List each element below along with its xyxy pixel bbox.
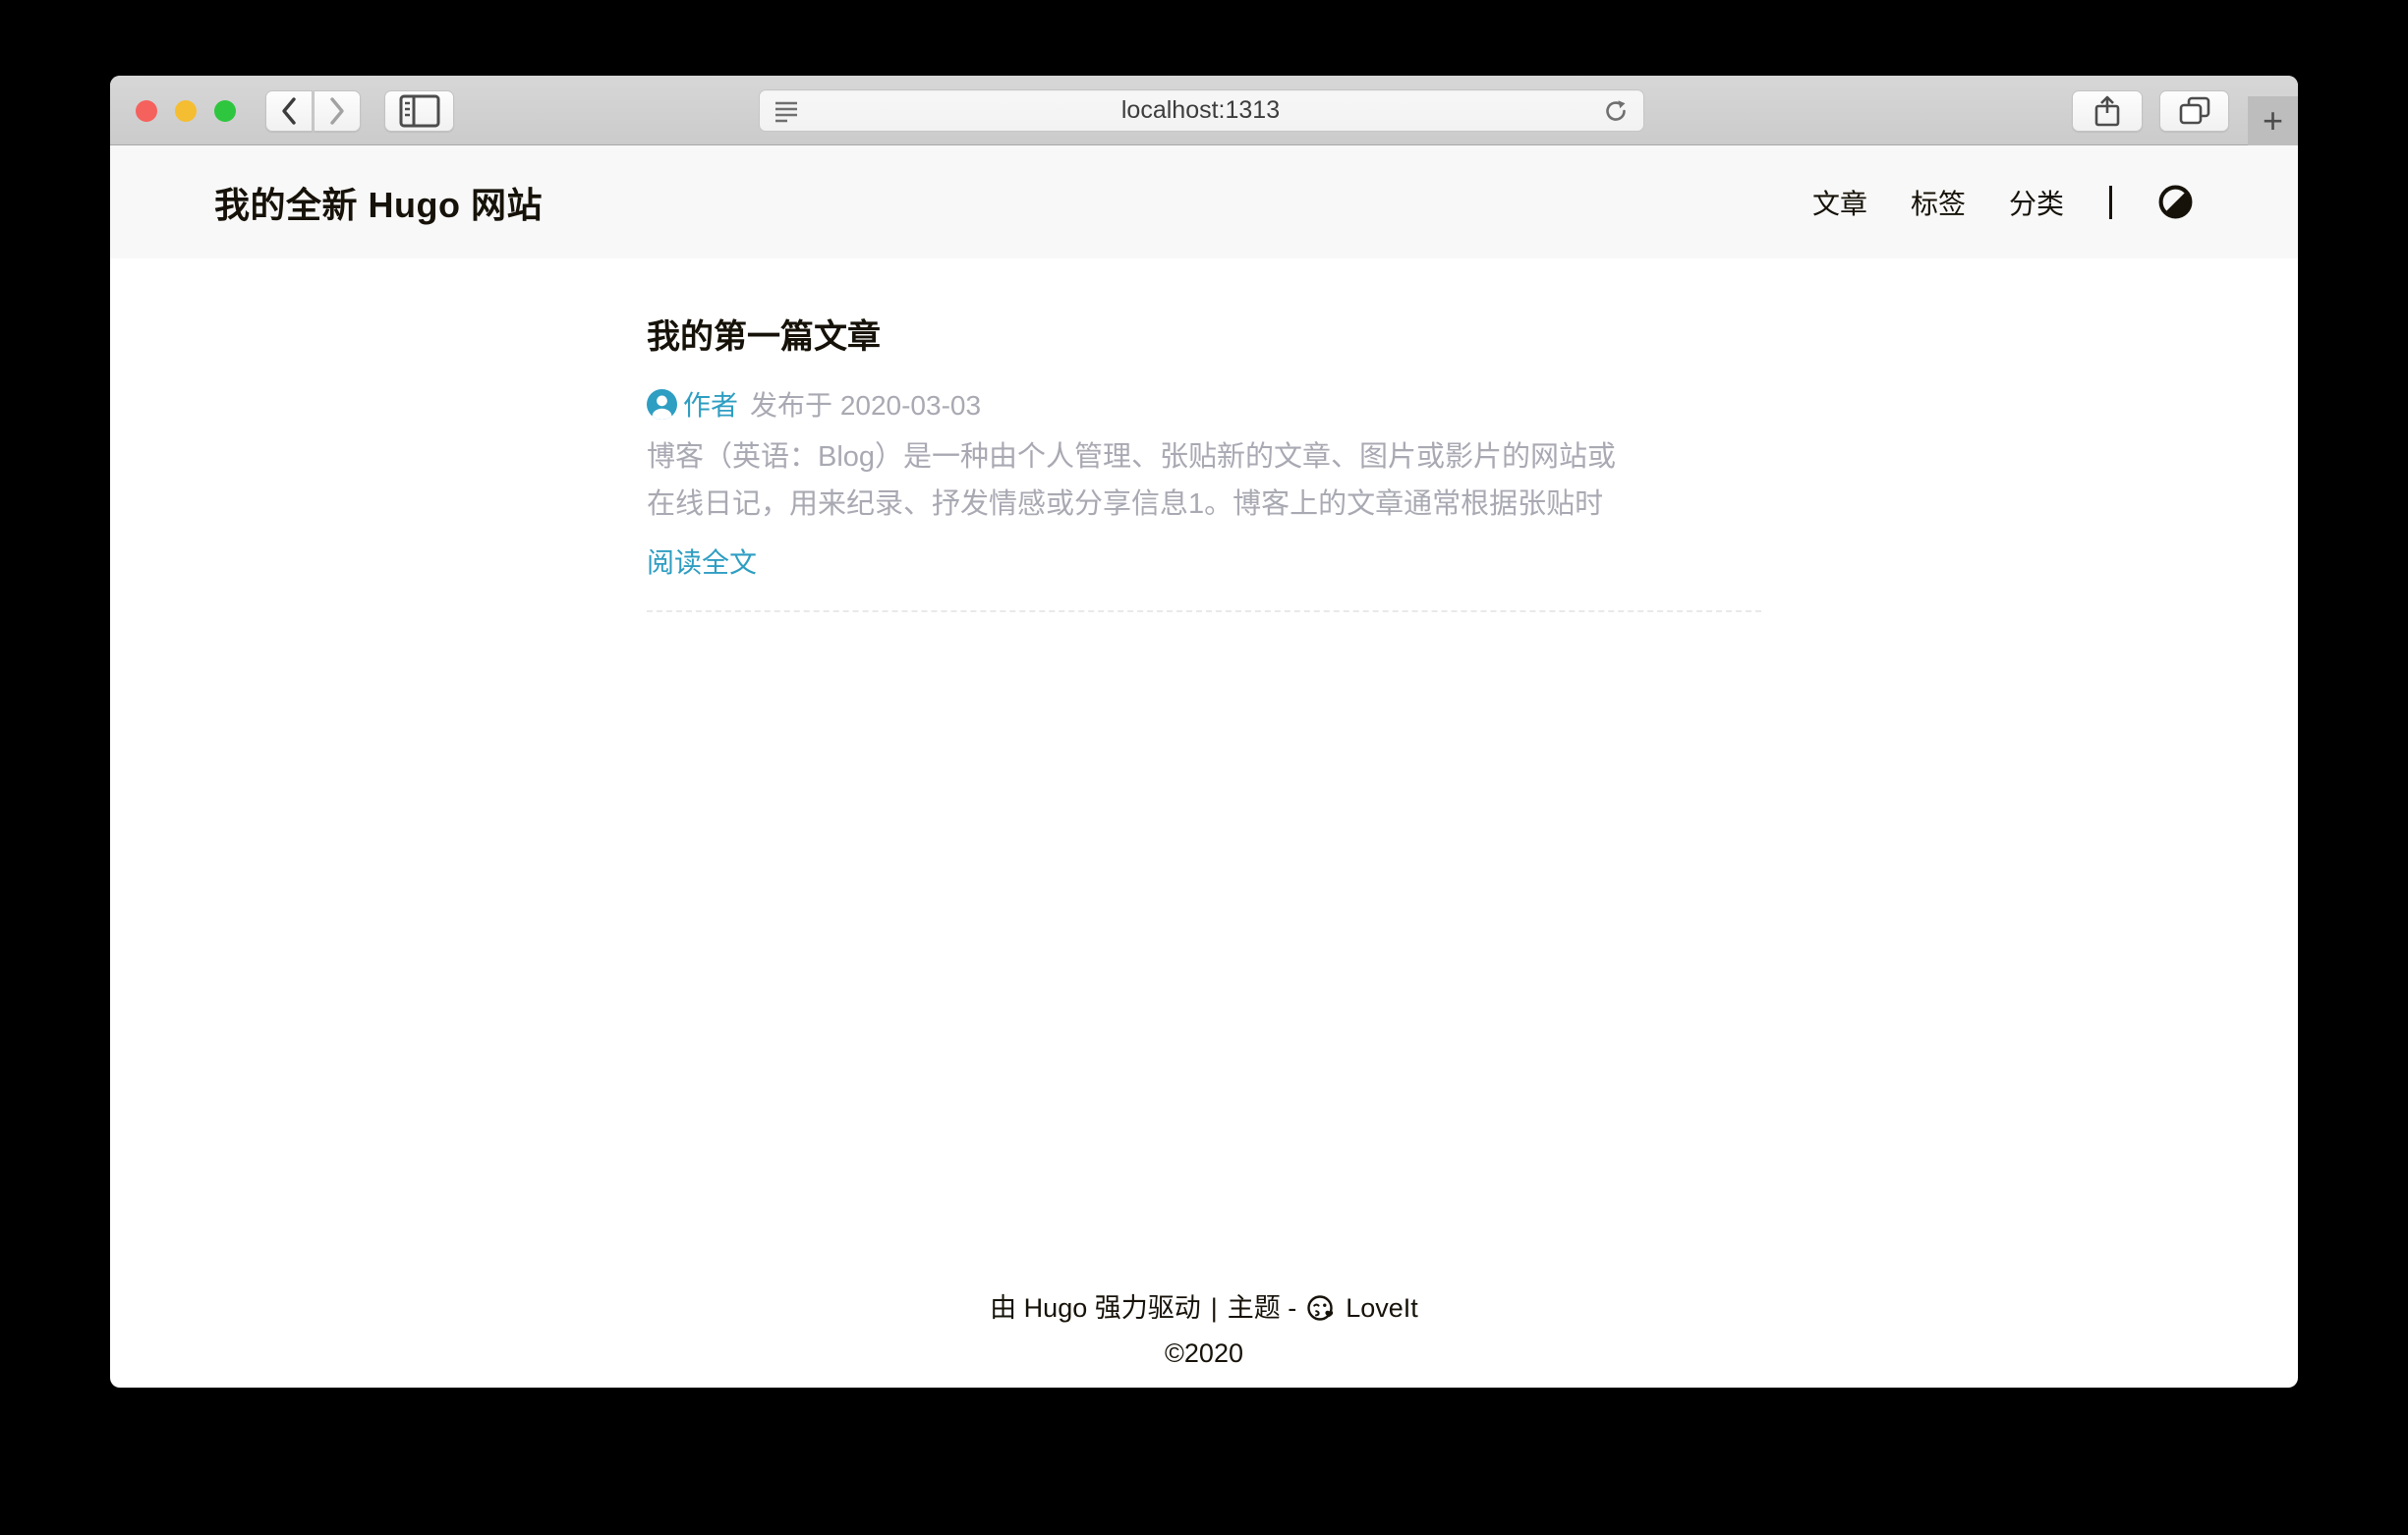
publish-date: 发布于 2020-03-03 <box>750 384 981 424</box>
plus-icon: + <box>2263 100 2283 142</box>
nav-item-categories[interactable]: 分类 <box>2009 183 2064 222</box>
nav-separator <box>2109 186 2112 219</box>
author-avatar-icon <box>647 389 677 420</box>
tabs-overview-icon <box>2179 96 2210 126</box>
theme-prefix-text: 主题 - <box>1228 1285 1297 1331</box>
footer-powered-line: 由 Hugo 强力驱动 | 主题 - LoveIt <box>110 1285 2298 1331</box>
site-footer: 由 Hugo 强力驱动 | 主题 - LoveIt ©2020 <box>110 1285 2298 1388</box>
article-title[interactable]: 我的第一篇文章 <box>647 315 1761 359</box>
article-meta: 作者 发布于 2020-03-03 <box>647 384 1761 424</box>
site-nav: 文章 标签 分类 <box>1812 183 2194 222</box>
author-link[interactable]: 作者 <box>683 384 738 424</box>
footer-separator: | <box>1211 1285 1218 1331</box>
reload-icon[interactable] <box>1602 97 1630 125</box>
reader-view-icon[interactable] <box>774 98 799 124</box>
url-text: localhost:1313 <box>799 96 1602 125</box>
footer-copyright-line: ©2020 <box>110 1331 2298 1376</box>
browser-toolbar: localhost:1313 <box>110 76 2298 145</box>
back-button[interactable] <box>265 90 313 132</box>
nav-item-posts[interactable]: 文章 <box>1812 183 1867 222</box>
copyright-text: ©2020 <box>1165 1331 1243 1376</box>
theme-name-link[interactable]: LoveIt <box>1346 1285 1418 1331</box>
article-summary: 博客（英语：Blog）是一种由个人管理、张贴新的文章、图片或影片的网站或 在线日… <box>647 433 1761 528</box>
read-more-link[interactable]: 阅读全文 <box>647 541 757 581</box>
minimize-button[interactable] <box>175 100 197 122</box>
share-button[interactable] <box>2072 90 2143 132</box>
share-icon <box>2094 95 2120 127</box>
site-title[interactable]: 我的全新 Hugo 网站 <box>214 177 543 228</box>
new-tab-button[interactable]: + <box>2248 96 2298 145</box>
post-divider <box>647 610 1761 612</box>
summary-line: 博客（英语：Blog）是一种由个人管理、张贴新的文章、图片或影片的网站或 <box>647 433 1761 481</box>
site-header: 我的全新 Hugo 网站 文章 标签 分类 <box>110 145 2298 258</box>
theme-toggle-icon[interactable] <box>2157 184 2194 220</box>
show-tabs-button[interactable] <box>2159 90 2229 132</box>
loveit-kiss-face-icon <box>1306 1293 1336 1323</box>
close-button[interactable] <box>136 100 157 122</box>
powered-by-text[interactable]: 由 Hugo 强力驱动 <box>990 1285 1201 1331</box>
sidebar-toggle-button[interactable] <box>384 90 454 132</box>
page-content: 我的第一篇文章 作者 发布于 2020-03-03 <box>110 258 2298 1285</box>
chevron-right-icon <box>327 96 347 126</box>
nav-item-tags[interactable]: 标签 <box>1911 183 1966 222</box>
summary-line: 在线日记，用来纪录、抒发情感或分享信息1。博客上的文章通常根据张贴时 <box>647 481 1761 528</box>
article-summary-card: 我的第一篇文章 作者 发布于 2020-03-03 <box>647 258 1761 612</box>
chevron-left-icon <box>279 96 299 126</box>
sidebar-icon <box>399 94 440 128</box>
browser-window: localhost:1313 <box>110 76 2298 1388</box>
forward-button[interactable] <box>314 90 361 132</box>
address-bar[interactable]: localhost:1313 <box>759 89 1644 132</box>
zoom-button[interactable] <box>214 100 236 122</box>
